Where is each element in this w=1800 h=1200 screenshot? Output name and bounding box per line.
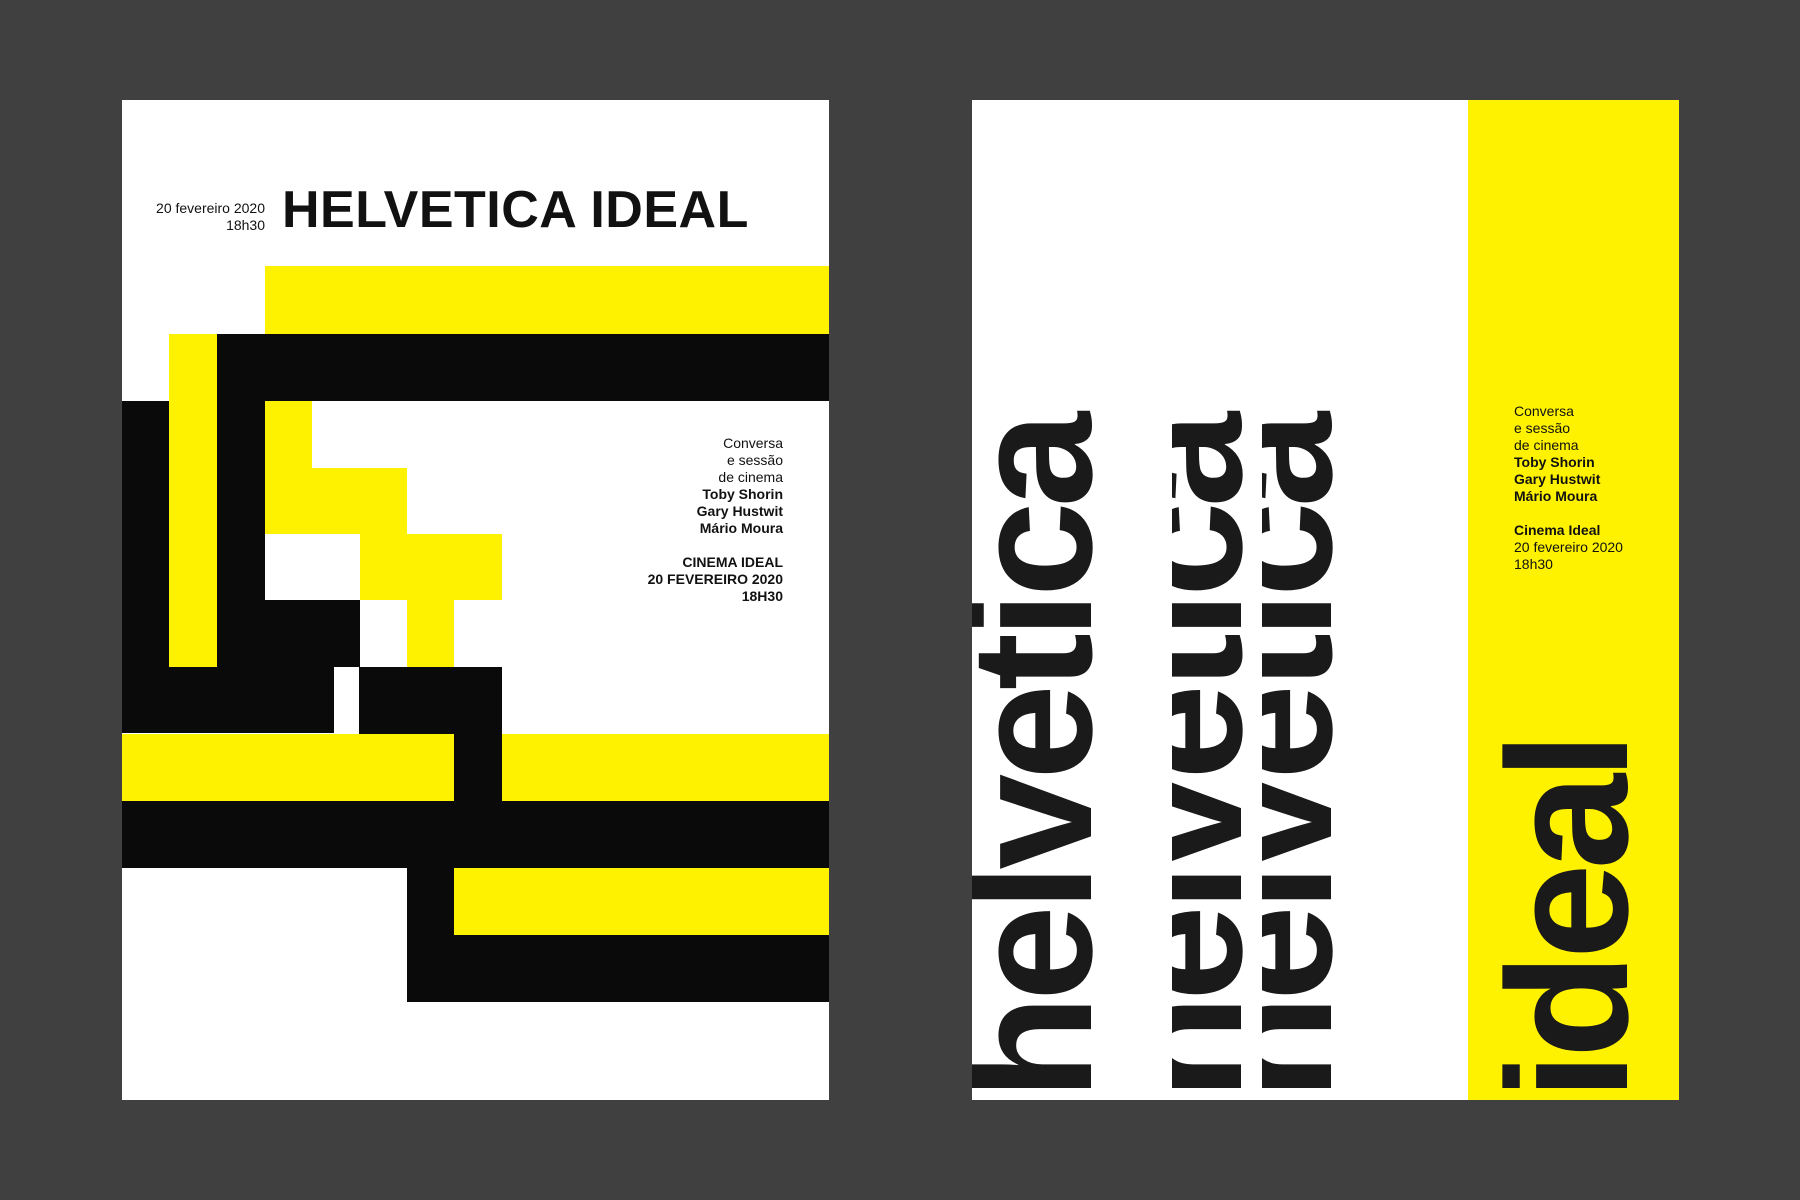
event-info: Conversa e sessão de cinema Toby Shorin … xyxy=(648,435,783,605)
event-time: 18h30 xyxy=(1514,556,1553,572)
poster-helvetica-ideal-geometric: 20 fevereiro 2020 18h30 HELVETICA IDEAL … xyxy=(122,100,829,1100)
echo-clip-2: helvetica xyxy=(1262,100,1340,1100)
event-date: 20 FEVEREIRO 2020 xyxy=(647,571,783,587)
black-step-3 xyxy=(382,667,429,734)
venue-name: CINEMA IDEAL xyxy=(682,554,783,570)
yellow-step-1 xyxy=(265,468,407,534)
speaker-name: Mário Moura xyxy=(699,520,783,536)
black-step-4 xyxy=(454,734,502,801)
black-band-bottom xyxy=(407,935,829,1002)
vertical-word-helvetica: helvetica xyxy=(972,100,1128,1100)
info-line: Conversa xyxy=(1514,403,1574,419)
black-step-1 xyxy=(217,600,360,667)
black-step-2 xyxy=(359,667,502,734)
word-helvetica: helvetica xyxy=(972,417,1128,1100)
info-line: de cinema xyxy=(1514,437,1579,453)
event-time: 18H30 xyxy=(741,588,783,604)
echo-clip-1: helvetica xyxy=(1172,100,1262,1100)
black-bar-left xyxy=(122,667,334,733)
speaker-name: Gary Hustwit xyxy=(696,503,783,519)
poster-helvetica-ideal-typographic: helvetica helvetica helvetica ideal Conv… xyxy=(972,100,1679,1100)
header-date-time: 18h30 xyxy=(226,217,265,233)
word-helvetica-echo: helvetica xyxy=(1172,417,1262,1100)
word-ideal: ideal xyxy=(1472,738,1664,1100)
venue-name: Cinema Ideal xyxy=(1514,522,1601,538)
black-band-lower xyxy=(122,801,829,868)
yellow-step-2 xyxy=(360,534,502,600)
info-line: Conversa xyxy=(723,435,783,451)
speaker-name: Gary Hustwit xyxy=(1514,471,1601,487)
info-line: de cinema xyxy=(718,469,783,485)
event-info-right: Conversa e sessão de cinema Toby Shorin … xyxy=(1514,403,1623,573)
speaker-name: Mário Moura xyxy=(1514,488,1598,504)
white-step-cut xyxy=(122,868,407,1100)
black-band-top xyxy=(217,334,829,401)
word-helvetica-echo: helvetica xyxy=(1262,417,1340,1100)
black-column-inner xyxy=(217,401,265,600)
ideal-clip: ideal xyxy=(1468,100,1679,1100)
yellow-band-top xyxy=(265,266,829,334)
header-date: 20 fevereiro 2020 18h30 xyxy=(122,200,265,234)
info-line: e sessão xyxy=(1514,420,1571,436)
speaker-name: Toby Shorin xyxy=(702,486,783,502)
yellow-step-4 xyxy=(502,734,550,801)
yellow-column-inner xyxy=(265,401,312,468)
event-date: 20 fevereiro 2020 xyxy=(1514,539,1623,555)
header-date-day: 20 fevereiro 2020 xyxy=(156,200,265,216)
yellow-band-lower xyxy=(454,868,829,935)
speaker-name: Toby Shorin xyxy=(1514,454,1595,470)
info-line: e sessão xyxy=(726,452,783,468)
poster-title: HELVETICA IDEAL xyxy=(282,181,749,239)
